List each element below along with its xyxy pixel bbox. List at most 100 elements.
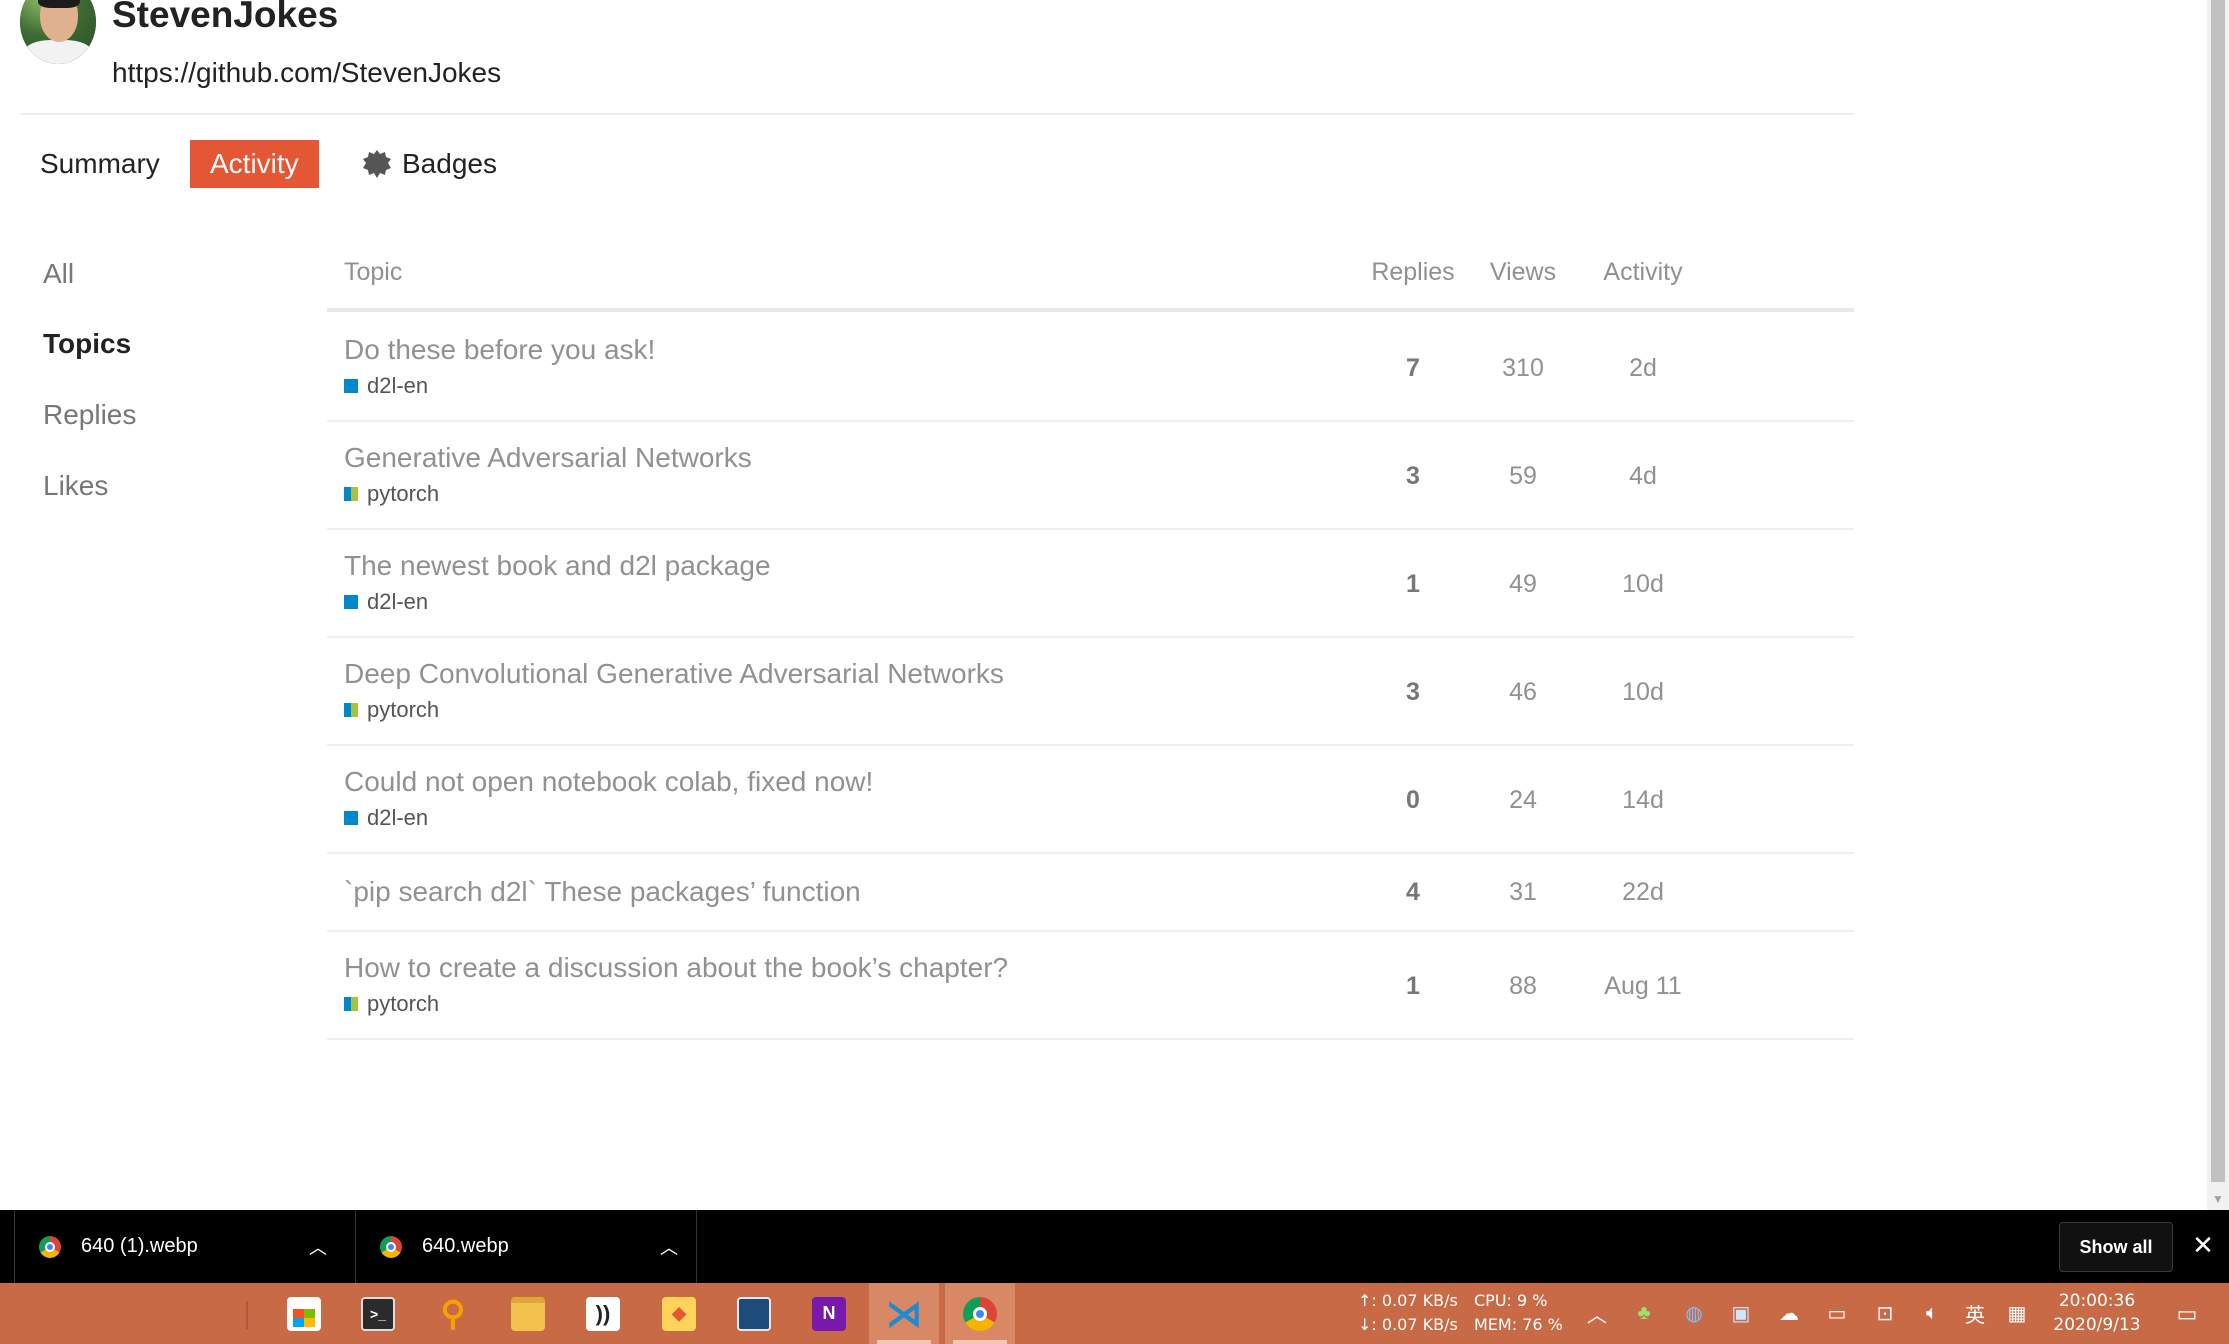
memory-usage: MEM: 76 %	[1474, 1315, 1563, 1334]
tab-badges[interactable]: Badges	[342, 140, 517, 188]
topic-title-link[interactable]: Do these before you ask!	[344, 334, 655, 366]
column-header-views[interactable]: Views	[1468, 258, 1578, 287]
remote-desktop-button[interactable]	[719, 1283, 789, 1344]
folder-icon	[511, 1296, 545, 1331]
nav-item-topics[interactable]: Topics	[43, 328, 131, 360]
search-icon: ⚲	[440, 1294, 466, 1333]
view-count: 59	[1509, 462, 1537, 490]
store-app-button[interactable]	[269, 1283, 339, 1344]
reply-count: 1	[1406, 570, 1420, 598]
scroll-down-arrow-icon[interactable]: ▼	[2207, 1188, 2229, 1210]
tab-label: Badges	[402, 148, 497, 179]
avatar[interactable]	[20, 0, 96, 64]
chevron-up-icon[interactable]: ︿	[309, 1234, 327, 1260]
activity-time[interactable]: 2d	[1588, 354, 1698, 383]
topic-title-link[interactable]: How to create a discussion about the boo…	[344, 952, 1008, 984]
topic-title-link[interactable]: The newest book and d2l package	[344, 550, 771, 582]
volume-icon[interactable]: 🔈︎	[1915, 1283, 1949, 1344]
network-icon[interactable]: ⊡	[1868, 1283, 1902, 1344]
app-button[interactable]: ◆	[644, 1283, 714, 1344]
table-row: `pip search d2l` These packages’ functio…	[327, 854, 1854, 932]
category-color-swatch	[344, 703, 358, 717]
chrome-icon	[963, 1296, 997, 1331]
vertical-scrollbar[interactable]: ▼	[2207, 0, 2229, 1210]
profile-page: StevenJokes https://github.com/StevenJok…	[0, 0, 2207, 1210]
tab-activity[interactable]: Activity	[190, 140, 319, 188]
category-badge[interactable]: pytorch	[344, 991, 439, 1017]
onenote-button[interactable]: N	[794, 1283, 864, 1344]
download-shelf: 640 (1).webp ︿ 640.webp ︿	[0, 1210, 2229, 1283]
category-badge[interactable]: d2l-en	[344, 805, 428, 831]
activity-time[interactable]: Aug 11	[1588, 972, 1698, 1001]
nav-item-all[interactable]: All	[43, 258, 74, 290]
topic-title-link[interactable]: Generative Adversarial Networks	[344, 442, 752, 474]
upload-speed: ↑: 0.07 KB/s	[1358, 1291, 1458, 1310]
frog-icon[interactable]: ♣	[1627, 1283, 1661, 1344]
table-row: The newest book and d2l package d2l-en 1…	[327, 530, 1854, 638]
topic-title-link[interactable]: `pip search d2l` These packages’ functio…	[344, 876, 861, 908]
scrollbar-thumb[interactable]	[2211, 0, 2225, 1182]
battery-icon[interactable]: ▭	[1820, 1283, 1854, 1344]
chevron-up-icon[interactable]: ︿	[660, 1234, 678, 1260]
activity-time[interactable]: 10d	[1588, 570, 1698, 599]
column-header-topic: Topic	[344, 258, 403, 286]
header-divider	[327, 308, 1854, 312]
table-row: How to create a discussion about the boo…	[327, 932, 1854, 1040]
view-count: 49	[1509, 570, 1537, 598]
rss-app-button[interactable]: ))	[568, 1283, 638, 1344]
system-usage: CPU: 9 % MEM: 76 %	[1474, 1289, 1563, 1337]
nav-item-likes[interactable]: Likes	[43, 470, 108, 502]
username: StevenJokes	[112, 0, 339, 35]
category-label: pytorch	[367, 481, 440, 506]
ime-indicator[interactable]: 英	[1958, 1283, 1992, 1344]
bluetooth-icon[interactable]: ▣	[1724, 1283, 1758, 1344]
chevron-up-icon[interactable]: ︿	[1580, 1283, 1614, 1344]
activity-time[interactable]: 10d	[1588, 678, 1698, 707]
ime-mode-icon[interactable]: ▦	[2000, 1283, 2034, 1344]
download-item[interactable]: 640 (1).webp ︿	[14, 1210, 345, 1283]
close-icon[interactable]: ✕	[2188, 1230, 2218, 1260]
vscode-icon: ⋊	[886, 1292, 922, 1334]
activity-time[interactable]: 14d	[1588, 786, 1698, 815]
category-badge[interactable]: d2l-en	[344, 589, 428, 615]
vscode-button[interactable]: ⋊	[869, 1283, 939, 1344]
activity-time[interactable]: 4d	[1588, 462, 1698, 491]
reply-count: 3	[1406, 678, 1420, 706]
topic-title-link[interactable]: Could not open notebook colab, fixed now…	[344, 766, 873, 798]
chrome-icon	[39, 1235, 61, 1258]
category-badge[interactable]: pytorch	[344, 481, 439, 507]
category-label: pytorch	[367, 991, 440, 1016]
chrome-icon	[380, 1235, 402, 1258]
network-speed: ↑: 0.07 KB/s ↓: 0.07 KB/s	[1358, 1289, 1458, 1337]
download-item[interactable]: 640.webp ︿	[355, 1210, 697, 1283]
category-color-swatch	[344, 811, 358, 825]
column-header-replies[interactable]: Replies	[1368, 258, 1458, 287]
category-badge[interactable]: pytorch	[344, 697, 439, 723]
cpu-usage: CPU: 9 %	[1474, 1291, 1548, 1310]
tab-summary[interactable]: Summary	[20, 140, 180, 188]
view-count: 88	[1509, 972, 1537, 1000]
search-app-button[interactable]: ⚲	[418, 1283, 488, 1344]
column-header-activity[interactable]: Activity	[1588, 258, 1698, 287]
reply-count: 4	[1406, 878, 1420, 906]
chrome-button[interactable]	[945, 1283, 1015, 1344]
remote-desktop-icon	[737, 1296, 771, 1331]
globe-icon[interactable]: ◍	[1677, 1283, 1711, 1344]
store-icon	[287, 1296, 321, 1331]
view-count: 24	[1509, 786, 1537, 814]
download-filename: 640.webp	[422, 1235, 509, 1257]
file-explorer-button[interactable]	[493, 1283, 563, 1344]
activity-time[interactable]: 22d	[1588, 878, 1698, 907]
notification-icon[interactable]: ▭	[2162, 1283, 2212, 1344]
app-icon: ◆	[662, 1296, 696, 1331]
cloud-icon[interactable]: ☁	[1772, 1283, 1806, 1344]
nav-item-replies[interactable]: Replies	[43, 399, 136, 431]
show-all-downloads-button[interactable]: Show all	[2059, 1222, 2173, 1272]
table-row: Do these before you ask! d2l-en 7 310 2d	[327, 314, 1854, 422]
topic-title-link[interactable]: Deep Convolutional Generative Adversaria…	[344, 658, 1004, 690]
view-count: 310	[1502, 354, 1544, 382]
category-badge[interactable]: d2l-en	[344, 373, 428, 399]
certificate-icon	[362, 149, 392, 179]
system-clock[interactable]: 20:00:36 2020/9/13	[2042, 1289, 2152, 1337]
terminal-app-button[interactable]: >_	[343, 1283, 413, 1344]
